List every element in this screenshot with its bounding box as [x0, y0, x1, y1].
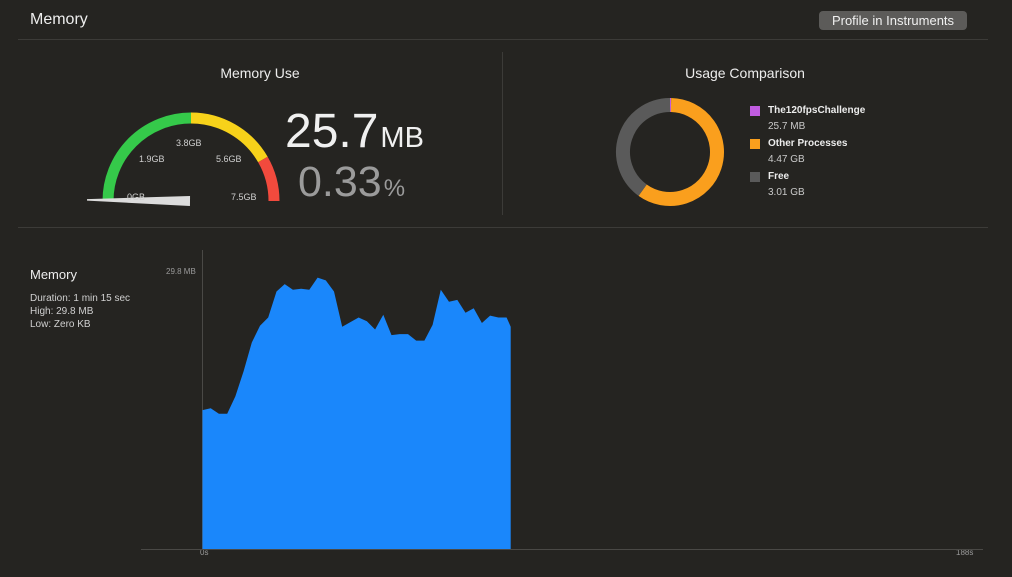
- memory-percent: 0.33%: [298, 158, 405, 207]
- page-title: Memory: [30, 11, 88, 28]
- panel-divider: [502, 52, 503, 215]
- usage-comparison-title: Usage Comparison: [685, 65, 805, 81]
- legend-swatch-other: [750, 139, 760, 149]
- legend-swatch-app: [750, 106, 760, 116]
- graph-duration: Duration: 1 min 15 sec: [30, 293, 131, 304]
- header-divider: [18, 39, 988, 40]
- gauge-arc-red: [258, 156, 280, 202]
- gauge-label-4: 7.5GB: [231, 192, 257, 202]
- legend-name-app: The120fpsChallenge: [768, 105, 866, 116]
- memory-percent-unit: %: [383, 175, 406, 202]
- gauge-label-2: 3.8GB: [176, 138, 202, 148]
- donut-slice-other: [638, 98, 724, 206]
- memory-percent-number: 0.33: [298, 158, 382, 206]
- legend-value-free: 3.01 GB: [768, 187, 805, 198]
- legend-value-app: 25.7 MB: [768, 121, 806, 132]
- memory-area-series: [202, 277, 511, 549]
- graph-title: Memory: [30, 267, 77, 282]
- legend-name-other: Other Processes: [768, 138, 848, 149]
- profile-in-instruments-button[interactable]: Profile in Instruments: [819, 11, 967, 30]
- usage-donut-chart: [616, 98, 724, 206]
- graph-low: Low: Zero KB: [30, 319, 91, 330]
- donut-slice-free: [616, 98, 671, 196]
- section-divider: [18, 227, 988, 228]
- memory-value-unit: MB: [380, 122, 424, 154]
- gauge-label-0: 0GB: [127, 192, 146, 202]
- gauge-label-3: 5.6GB: [216, 154, 242, 164]
- legend-name-free: Free: [768, 171, 790, 182]
- memory-value: 25.7MB: [285, 104, 424, 159]
- gauge-label-1: 1.9GB: [139, 154, 165, 164]
- memory-use-title: Memory Use: [220, 65, 300, 81]
- header-bar: Memory Profile in Instruments: [0, 0, 1012, 40]
- legend-swatch-free: [750, 172, 760, 182]
- memory-value-number: 25.7: [285, 105, 379, 158]
- legend-value-other: 4.47 GB: [768, 154, 805, 165]
- memory-area-chart: [141, 250, 983, 550]
- graph-high: High: 29.8 MB: [30, 306, 94, 317]
